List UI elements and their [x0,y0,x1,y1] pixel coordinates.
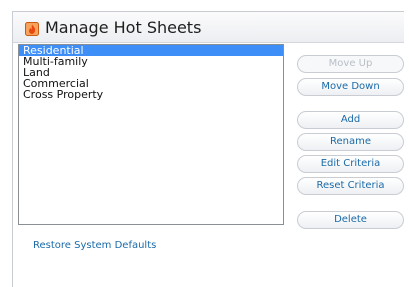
reset-criteria-button[interactable]: Reset Criteria [297,177,404,195]
edit-criteria-button[interactable]: Edit Criteria [297,155,404,173]
dialog-title: Manage Hot Sheets [45,18,202,37]
list-item-multi-family[interactable]: Multi-family [19,56,283,67]
rename-button[interactable]: Rename [297,133,404,151]
hot-sheet-listbox[interactable]: Residential Multi-family Land Commercial… [18,44,284,225]
panel-right-edge [404,11,409,278]
hot-sheet-icon [25,22,39,36]
delete-button[interactable]: Delete [297,211,404,229]
move-up-button[interactable]: Move Up [297,55,404,73]
move-down-button[interactable]: Move Down [297,78,404,96]
restore-system-defaults-link[interactable]: Restore System Defaults [33,240,156,251]
add-button[interactable]: Add [297,111,404,129]
dialog-titlebar: Manage Hot Sheets [13,12,409,43]
list-item-cross-property[interactable]: Cross Property [19,89,283,100]
